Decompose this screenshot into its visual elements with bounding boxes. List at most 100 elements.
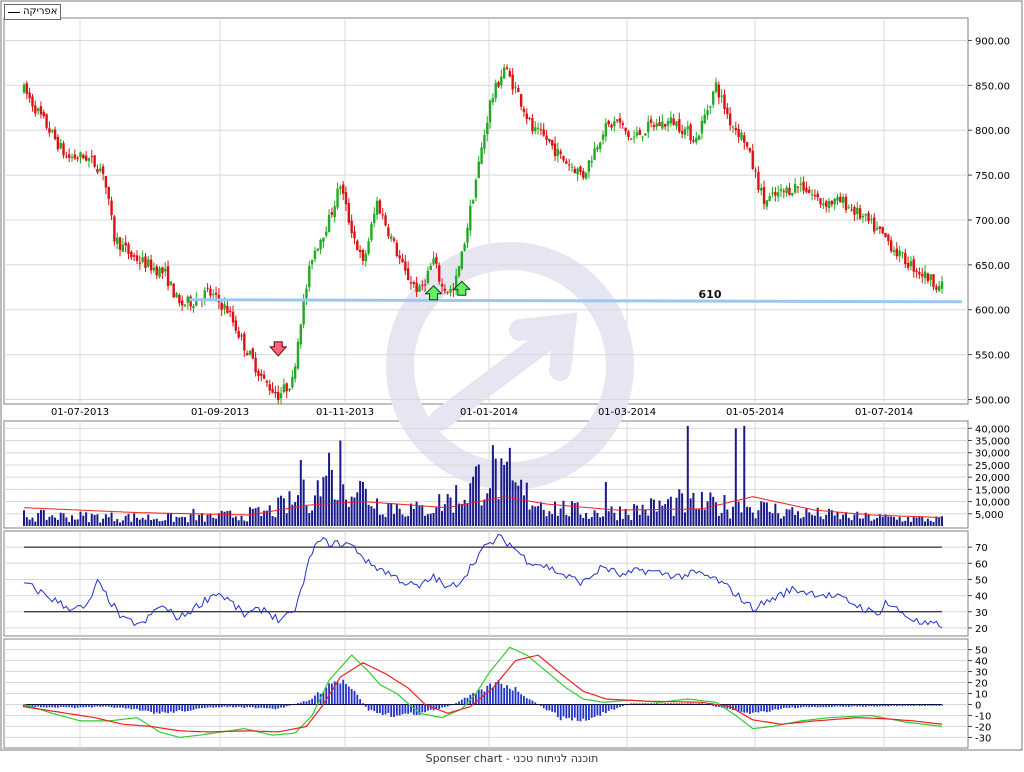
candle-body	[593, 148, 596, 160]
candle-body	[689, 124, 692, 141]
macd-hist-bar	[763, 704, 765, 712]
macd-hist-bar	[785, 704, 788, 708]
candle-body	[28, 92, 31, 99]
macd-hist-bar	[684, 703, 686, 705]
macd-hist-bar	[280, 704, 282, 708]
candle-body	[127, 243, 130, 254]
ylabel-rsi-3: 50	[975, 575, 988, 586]
candle-body	[881, 226, 884, 234]
volume-bar	[929, 520, 932, 526]
macd-hist-bar	[347, 686, 350, 705]
xlabel-date-1: 01-09-2013	[191, 407, 249, 418]
volume-bar	[613, 512, 616, 526]
candle-body	[649, 119, 653, 123]
volume-bar	[198, 514, 201, 526]
macd-hist-bar	[350, 689, 353, 705]
candle-body	[819, 198, 822, 205]
candle-body	[514, 86, 517, 88]
candle-body	[457, 266, 461, 277]
chart-canvas[interactable]: 500.00 550.00 600.00 650.00 700.00 750.00 800.…	[0, 0, 1024, 768]
macd-hist-bar	[621, 704, 624, 707]
volume-bar	[746, 506, 749, 526]
candle-body	[808, 189, 811, 193]
volume-bar	[652, 499, 655, 526]
macd-hist-bar	[45, 704, 48, 708]
volume-bar	[551, 514, 554, 526]
volume-bar	[859, 518, 862, 526]
volume-bar	[51, 515, 54, 526]
candle-body	[466, 227, 469, 243]
volume-bar	[96, 514, 99, 526]
volume-bar	[432, 512, 435, 526]
macd-hist-bar	[765, 704, 768, 713]
volume-bar	[23, 510, 25, 526]
candle-body	[836, 196, 839, 201]
candle-body	[96, 168, 99, 173]
candle-body	[384, 215, 387, 226]
candle-body	[686, 126, 689, 130]
macd-hist-bar	[938, 704, 941, 706]
candle-body	[257, 370, 260, 376]
candle-body	[432, 258, 435, 264]
candle-body	[265, 381, 269, 383]
candle-body	[277, 391, 280, 400]
volume-bar	[319, 496, 322, 526]
volume-bar	[765, 502, 768, 526]
candle-body	[25, 83, 29, 94]
candle-body	[576, 168, 579, 175]
macd-hist-bar	[627, 704, 630, 705]
macd-hist-bar	[856, 704, 859, 707]
volume-bar	[68, 522, 71, 526]
macd-hist-bar	[924, 704, 926, 707]
macd-hist-bar	[249, 704, 251, 708]
candle-body	[539, 129, 543, 131]
volume-bar	[833, 515, 836, 526]
volume-bar	[257, 507, 260, 526]
series-legend[interactable]: אפריקה	[4, 4, 62, 20]
volume-bar	[246, 521, 249, 526]
volume-bar	[477, 464, 480, 526]
volume-bar	[87, 522, 90, 526]
candle-body	[502, 67, 506, 79]
macd-hist-bar	[819, 704, 822, 708]
candle-body	[104, 175, 108, 188]
candle-body	[508, 71, 512, 77]
macd-hist-bar	[582, 704, 585, 719]
ylabel-vol-3: 20,000	[975, 473, 1010, 484]
candle-body	[144, 256, 147, 268]
volume-bar	[915, 517, 918, 526]
candle-body	[415, 282, 418, 293]
volume-bar	[486, 493, 489, 526]
volume-bar	[404, 516, 407, 526]
candle-body	[34, 105, 37, 114]
ylabel-vol-6: 35,000	[975, 437, 1010, 448]
candle-body	[923, 271, 927, 278]
volume-bar	[935, 516, 938, 526]
macd-hist-bar	[141, 704, 144, 711]
volume-bar	[240, 515, 243, 526]
macd-hist-bar	[517, 691, 520, 705]
macd-hist-bar	[791, 704, 794, 708]
ylabel-price-1: 550.00	[975, 351, 1010, 362]
candle-body	[477, 161, 480, 179]
volume-bar	[206, 514, 209, 526]
macd-hist-bar	[508, 688, 511, 705]
macd-hist-bar	[449, 704, 452, 706]
volume-bar	[59, 512, 62, 526]
ylabel-price-0: 500.00	[975, 396, 1010, 407]
macd-hist-bar	[839, 704, 842, 707]
volume-bar	[398, 508, 401, 526]
volume-bar	[813, 515, 816, 526]
macd-hist-bar	[565, 704, 568, 719]
candle-body	[632, 136, 636, 138]
candle-body	[542, 129, 545, 136]
volume-bar	[892, 517, 895, 526]
macd-hist-bar	[692, 703, 695, 705]
volume-bar	[729, 518, 732, 526]
volume-bar	[457, 503, 460, 526]
candle-body	[87, 158, 91, 161]
candle-body	[293, 366, 297, 379]
volume-bar	[791, 507, 794, 526]
volume-bar	[472, 476, 475, 526]
candle-body	[921, 273, 924, 277]
